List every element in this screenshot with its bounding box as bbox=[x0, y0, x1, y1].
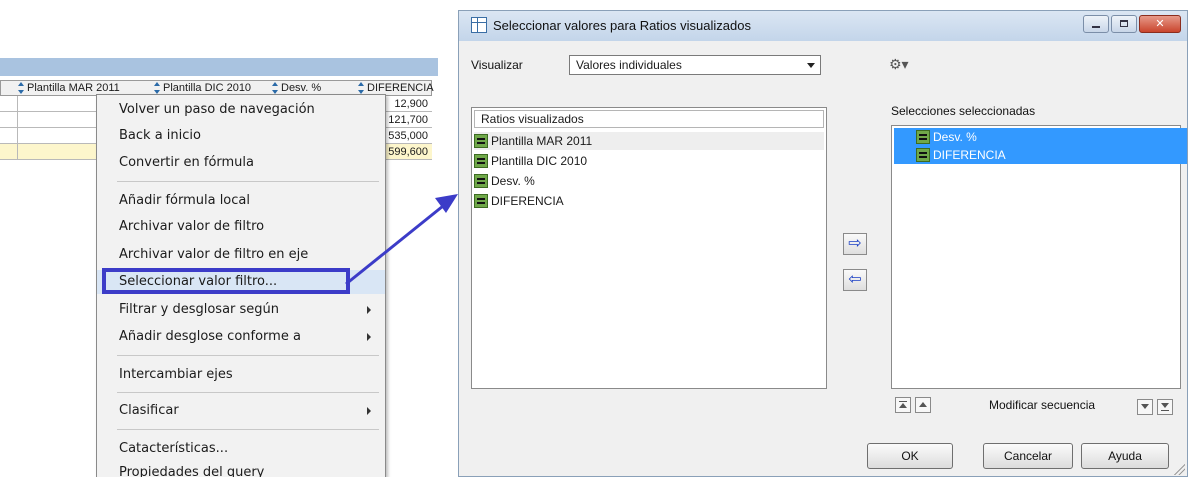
dialog-title: Seleccionar valores para Ratios visualiz… bbox=[493, 18, 751, 33]
column-header-plantilla-dic-2010[interactable]: Plantilla DIC 2010 bbox=[153, 81, 251, 95]
move-right-button[interactable]: ⇨ bbox=[843, 233, 867, 255]
sheet-title-bar bbox=[0, 58, 438, 76]
list-header: Ratios visualizados bbox=[474, 110, 824, 128]
list-item-selected[interactable]: Desv. % bbox=[894, 128, 1187, 146]
list-item[interactable]: DIFERENCIA bbox=[474, 192, 564, 210]
key-figure-icon bbox=[916, 130, 930, 144]
highlight-callout-box bbox=[102, 268, 350, 294]
menu-separator bbox=[117, 429, 379, 430]
key-figure-icon bbox=[474, 194, 488, 208]
move-top-icon bbox=[899, 403, 907, 408]
select-values-dialog: Seleccionar valores para Ratios visualiz… bbox=[458, 10, 1188, 477]
visualizar-dropdown[interactable]: Valores individuales bbox=[569, 55, 821, 75]
menu-item-caracteristicas[interactable]: Catacterísticas... bbox=[97, 437, 385, 461]
diferencia-value: 12,900 bbox=[394, 98, 428, 110]
list-item[interactable]: Desv. % bbox=[474, 172, 535, 190]
callout-arrow-icon bbox=[345, 194, 458, 286]
key-figure-icon bbox=[474, 134, 488, 148]
sort-icon[interactable] bbox=[153, 82, 161, 94]
selected-ratios-list[interactable]: Desv. % DIFERENCIA bbox=[891, 125, 1187, 389]
move-down-icon bbox=[1141, 404, 1149, 409]
move-left-button[interactable]: ⇦ bbox=[843, 269, 867, 291]
list-item-selected[interactable]: DIFERENCIA bbox=[894, 146, 1187, 164]
key-figure-icon bbox=[474, 174, 488, 188]
submenu-arrow-icon bbox=[367, 306, 371, 314]
resize-grip[interactable] bbox=[1171, 461, 1185, 475]
list-item[interactable]: Plantilla MAR 2011 bbox=[474, 132, 824, 150]
sequence-label: Modificar secuencia bbox=[989, 398, 1096, 412]
menu-item-intercambiar-ejes[interactable]: Intercambiar ejes bbox=[97, 363, 385, 387]
sort-icon[interactable] bbox=[271, 82, 279, 94]
diferencia-value: 121,700 bbox=[388, 114, 428, 126]
column-header-plantilla-mar-2011[interactable]: Plantilla MAR 2011 bbox=[17, 81, 120, 95]
menu-item-propiedades-query[interactable]: Propiedades del query bbox=[97, 461, 385, 477]
menu-item-convertir-formula[interactable]: Convertir en fórmula bbox=[97, 151, 385, 175]
key-figure-icon bbox=[916, 148, 930, 162]
wrench-settings-icon[interactable]: ⚙▾ bbox=[889, 55, 909, 73]
move-up-button[interactable] bbox=[915, 397, 931, 413]
column-header-diferencia[interactable]: DIFERENCIA bbox=[357, 81, 434, 95]
close-button[interactable] bbox=[1139, 15, 1181, 33]
sort-icon[interactable] bbox=[17, 82, 25, 94]
cancel-button[interactable]: Cancelar bbox=[983, 443, 1073, 469]
menu-item-volver-paso[interactable]: Volver un paso de navegación bbox=[97, 98, 385, 122]
submenu-arrow-icon bbox=[367, 407, 371, 415]
menu-item-anadir-desglose[interactable]: Añadir desglose conforme a bbox=[97, 325, 385, 349]
move-bottom-button[interactable] bbox=[1157, 399, 1173, 415]
move-up-icon bbox=[919, 402, 927, 407]
maximize-button[interactable] bbox=[1111, 15, 1137, 33]
menu-item-back-inicio[interactable]: Back a inicio bbox=[97, 124, 385, 148]
help-button[interactable]: Ayuda bbox=[1081, 443, 1169, 469]
visualizar-label: Visualizar bbox=[471, 58, 523, 72]
ok-button[interactable]: OK bbox=[867, 443, 953, 469]
move-bottom-icon bbox=[1161, 403, 1169, 408]
dialog-title-bar[interactable]: Seleccionar valores para Ratios visualiz… bbox=[459, 11, 1187, 41]
submenu-arrow-icon bbox=[367, 333, 371, 341]
menu-separator bbox=[117, 392, 379, 393]
column-header-desv[interactable]: Desv. % bbox=[271, 81, 321, 95]
diferencia-value: 535,000 bbox=[388, 130, 428, 142]
list-item[interactable]: Plantilla DIC 2010 bbox=[474, 152, 587, 170]
move-top-button[interactable] bbox=[895, 397, 911, 413]
menu-separator bbox=[117, 355, 379, 356]
menu-item-clasificar[interactable]: Clasificar bbox=[97, 399, 385, 423]
menu-item-filtrar-desglosar[interactable]: Filtrar y desglosar según bbox=[97, 298, 385, 322]
key-figure-icon bbox=[474, 154, 488, 168]
diferencia-value: 599,600 bbox=[388, 146, 428, 158]
available-ratios-list[interactable]: Ratios visualizados Plantilla MAR 2011 P… bbox=[471, 107, 827, 389]
table-icon bbox=[471, 17, 487, 33]
selected-list-title: Selecciones seleccionadas bbox=[891, 104, 1036, 118]
sort-icon[interactable] bbox=[357, 82, 365, 94]
move-down-button[interactable] bbox=[1137, 399, 1153, 415]
minimize-button[interactable] bbox=[1083, 15, 1109, 33]
chevron-down-icon[interactable] bbox=[803, 57, 819, 73]
